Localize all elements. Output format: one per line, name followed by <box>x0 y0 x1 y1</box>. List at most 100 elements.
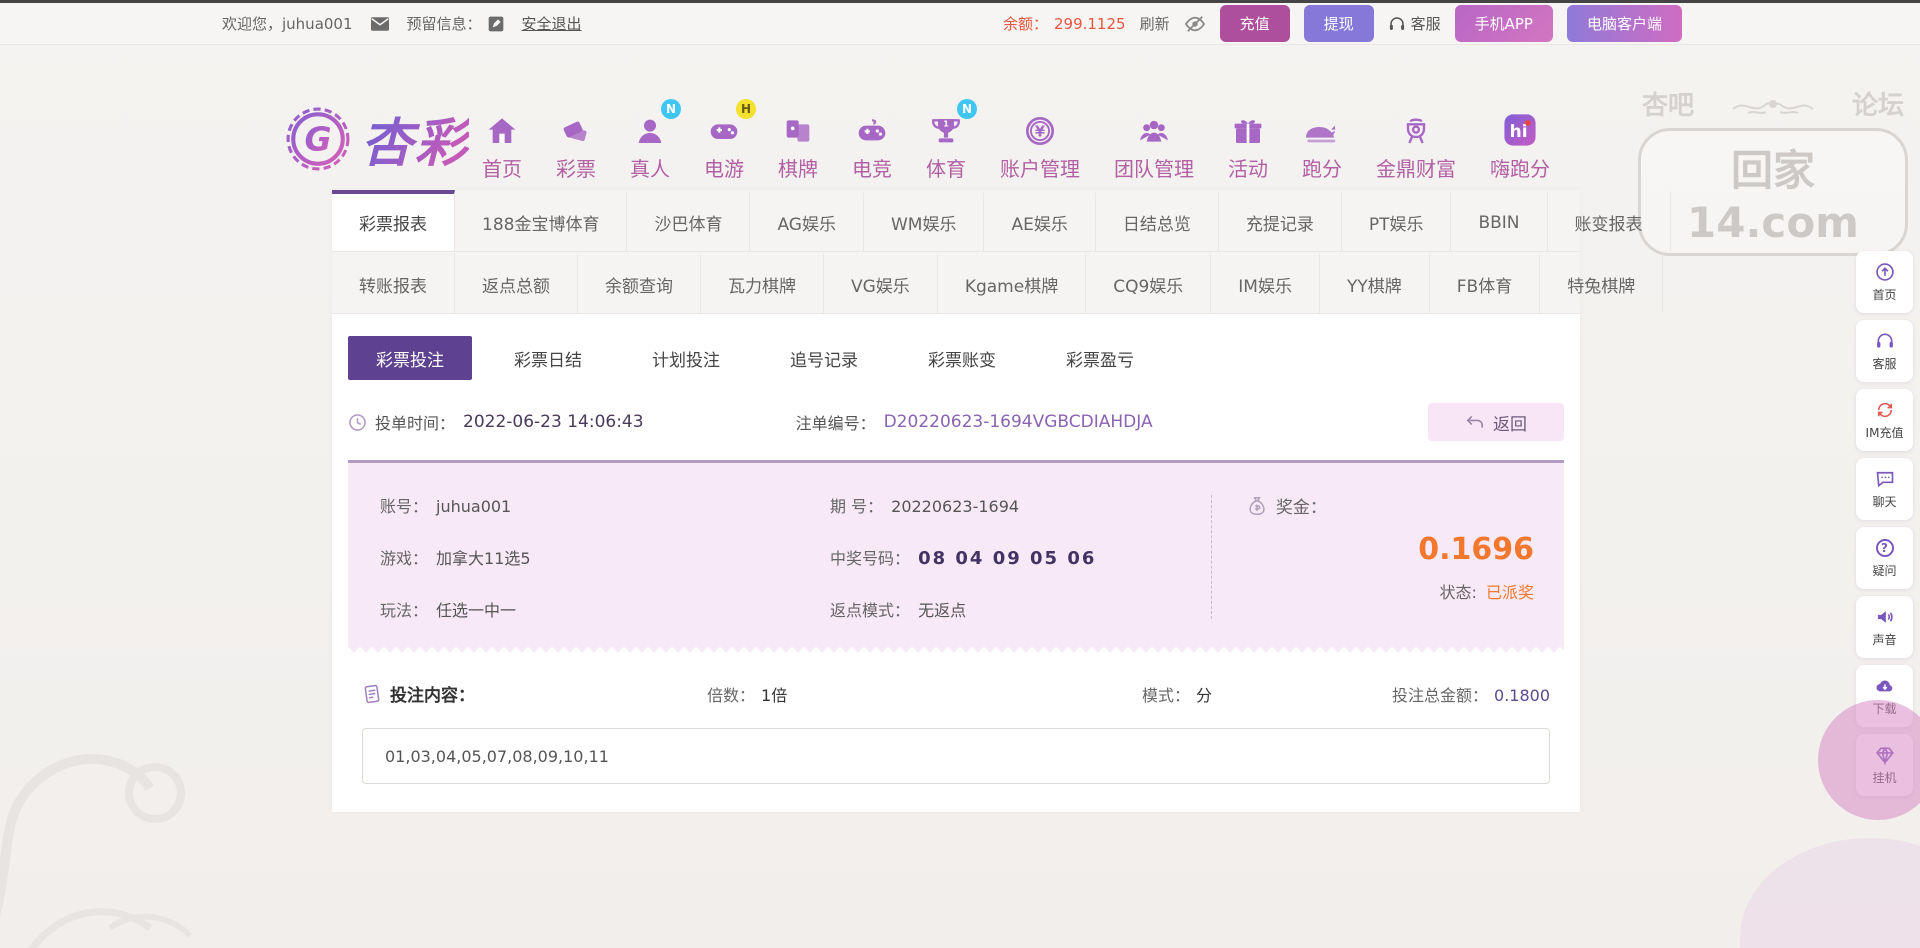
recharge-button[interactable]: 充值 <box>1220 5 1290 42</box>
speaker-icon <box>1875 607 1895 627</box>
gamepad-icon: H <box>706 105 742 147</box>
site-logo[interactable]: G 杏彩 <box>285 101 469 176</box>
sidebar-item-im-recharge[interactable]: IM充值 <box>1856 389 1913 451</box>
nav-item-hipaofen[interactable]: hi 嗨跑分 <box>1490 105 1550 182</box>
nav-item-live[interactable]: N 真人 <box>630 105 670 182</box>
svg-text:1: 1 <box>943 119 949 128</box>
subtab-chase-records[interactable]: 追号记录 <box>762 336 886 380</box>
report-tabs-row1: 彩票报表 188金宝博体育 沙巴体育 AG娱乐 WM娱乐 AE娱乐 日结总览 充… <box>332 190 1580 252</box>
new-badge: N <box>957 99 977 119</box>
tab-yy[interactable]: YY棋牌 <box>1320 252 1430 313</box>
svg-text:¥: ¥ <box>1035 124 1046 141</box>
bet-numbers-box: 01,03,04,05,07,08,09,10,11 <box>362 728 1550 784</box>
mode-label: 模式： <box>1142 686 1190 705</box>
back-button[interactable]: 返回 <box>1428 403 1564 441</box>
tab-lottery-report[interactable]: 彩票报表 <box>332 190 455 251</box>
tab-account-change-report[interactable]: 账变报表 <box>1548 190 1671 251</box>
pc-client-button[interactable]: 电脑客户端 <box>1567 5 1682 42</box>
main-content-card: 彩票报表 188金宝博体育 沙巴体育 AG娱乐 WM娱乐 AE娱乐 日结总览 充… <box>332 190 1580 812</box>
sidebar-item-question[interactable]: ? 疑问 <box>1856 527 1913 589</box>
customer-service-link[interactable]: 客服 <box>1388 13 1441 34</box>
clock-icon <box>348 413 367 432</box>
nav-item-team[interactable]: 团队管理 <box>1114 105 1194 182</box>
nav-item-egames[interactable]: H 电游 <box>704 105 744 182</box>
mobile-app-button[interactable]: 手机APP <box>1455 5 1553 42</box>
tab-vg[interactable]: VG娱乐 <box>824 252 938 313</box>
tab-cq9[interactable]: CQ9娱乐 <box>1086 252 1211 313</box>
rebate-mode-value: 无返点 <box>918 597 966 621</box>
withdraw-button[interactable]: 提现 <box>1304 5 1374 42</box>
tab-wm[interactable]: WM娱乐 <box>864 190 984 251</box>
subtab-lottery-account-change[interactable]: 彩票账变 <box>900 336 1024 380</box>
win-numbers-value: 08 04 09 05 06 <box>918 548 1096 569</box>
tab-bbin[interactable]: BBIN <box>1451 190 1547 251</box>
nav-item-promotions[interactable]: 活动 <box>1228 105 1268 182</box>
sidebar-item-service[interactable]: 客服 <box>1856 320 1913 382</box>
tab-balance-query[interactable]: 余额查询 <box>578 252 701 313</box>
order-info-row: 投单时间： 2022-06-23 14:06:43 注单编号： D2022062… <box>348 402 1564 442</box>
edit-icon[interactable] <box>488 16 504 32</box>
report-tabs-row2: 转账报表 返点总额 余额查询 瓦力棋牌 VG娱乐 Kgame棋牌 CQ9娱乐 I… <box>332 252 1580 314</box>
sidebar-item-chat[interactable]: 聊天 <box>1856 458 1913 520</box>
money-bag-icon <box>1246 495 1268 517</box>
tab-deposit-withdraw-records[interactable]: 充提记录 <box>1219 190 1342 251</box>
coin-icon: ¥ <box>1023 105 1057 147</box>
logout-link[interactable]: 安全退出 <box>522 13 582 34</box>
account-value: juhua001 <box>436 497 511 516</box>
win-numbers-label: 中奖号码： <box>830 545 910 569</box>
tab-kgame[interactable]: Kgame棋牌 <box>938 252 1086 313</box>
nav-item-boardgames[interactable]: 棋牌 <box>778 105 818 182</box>
main-nav: 首页 彩票 N 真人 H 电游 棋牌 电竞 1N <box>482 105 1550 182</box>
cloud-download-icon <box>1874 676 1896 696</box>
tab-shaba-sports[interactable]: 沙巴体育 <box>627 190 750 251</box>
new-badge: N <box>661 99 681 119</box>
nav-item-sports[interactable]: 1N 体育 <box>926 105 966 182</box>
prize-label: 奖金： <box>1276 493 1327 518</box>
game-label: 游戏： <box>380 545 428 569</box>
tab-daily-summary[interactable]: 日结总览 <box>1096 190 1219 251</box>
nav-item-jinding[interactable]: 金鼎财富 <box>1376 105 1456 182</box>
nav-item-esports[interactable]: 电竞 <box>852 105 892 182</box>
mail-icon[interactable] <box>371 17 389 31</box>
bet-time-label: 投单时间： <box>375 410 455 434</box>
svg-text:hi: hi <box>1510 122 1528 142</box>
refresh-link[interactable]: 刷新 <box>1140 13 1170 34</box>
question-icon: ? <box>1876 538 1894 558</box>
play-value: 任选一中一 <box>436 597 516 621</box>
rebate-mode-label: 返点模式： <box>830 597 910 621</box>
nav-item-account[interactable]: ¥ 账户管理 <box>1000 105 1080 182</box>
sidebar-item-home[interactable]: 首页 <box>1856 251 1913 313</box>
mode-value: 分 <box>1196 686 1212 705</box>
tab-188-sports[interactable]: 188金宝博体育 <box>455 190 627 251</box>
nav-item-lottery[interactable]: 彩票 <box>556 105 596 182</box>
tab-ag[interactable]: AG娱乐 <box>750 190 864 251</box>
bet-summary-row: 投注内容： 倍数：1倍 模式：分 投注总金额：0.1800 <box>362 681 1550 706</box>
total-amount-value: 0.1800 <box>1494 686 1550 705</box>
tab-fb[interactable]: FB体育 <box>1430 252 1540 313</box>
tab-tetu[interactable]: 特兔棋牌 <box>1540 252 1663 313</box>
subtab-plan-bets[interactable]: 计划投注 <box>624 336 748 380</box>
person-icon: N <box>633 105 667 147</box>
tab-im[interactable]: IM娱乐 <box>1211 252 1320 313</box>
chat-bubble-icon <box>1875 469 1895 489</box>
tab-wali[interactable]: 瓦力棋牌 <box>701 252 824 313</box>
tab-rebate-total[interactable]: 返点总额 <box>455 252 578 313</box>
customer-service-label: 客服 <box>1411 13 1441 34</box>
sidebar-item-sound[interactable]: 声音 <box>1856 596 1913 658</box>
subtab-lottery-daily[interactable]: 彩票日结 <box>486 336 610 380</box>
tab-pt[interactable]: PT娱乐 <box>1342 190 1452 251</box>
trophy-icon: 1N <box>929 105 963 147</box>
nav-item-paofen[interactable]: 跑分 <box>1302 105 1342 182</box>
eye-off-icon[interactable] <box>1184 15 1206 33</box>
nav-item-home[interactable]: 首页 <box>482 105 522 182</box>
bet-numbers: 01,03,04,05,07,08,09,10,11 <box>385 747 609 766</box>
order-no-value: D20220623-1694VGBCDIAHDJA <box>884 412 1153 432</box>
esports-gamepad-icon <box>854 105 890 147</box>
game-value: 加拿大11选5 <box>436 545 531 569</box>
subtab-lottery-bets[interactable]: 彩票投注 <box>348 336 472 380</box>
subtab-lottery-profit-loss[interactable]: 彩票盈亏 <box>1038 336 1162 380</box>
brand-name: 杏彩 <box>361 101 469 176</box>
tab-transfer-report[interactable]: 转账报表 <box>332 252 455 313</box>
status-label: 状态: <box>1439 583 1476 602</box>
tab-ae[interactable]: AE娱乐 <box>984 190 1095 251</box>
